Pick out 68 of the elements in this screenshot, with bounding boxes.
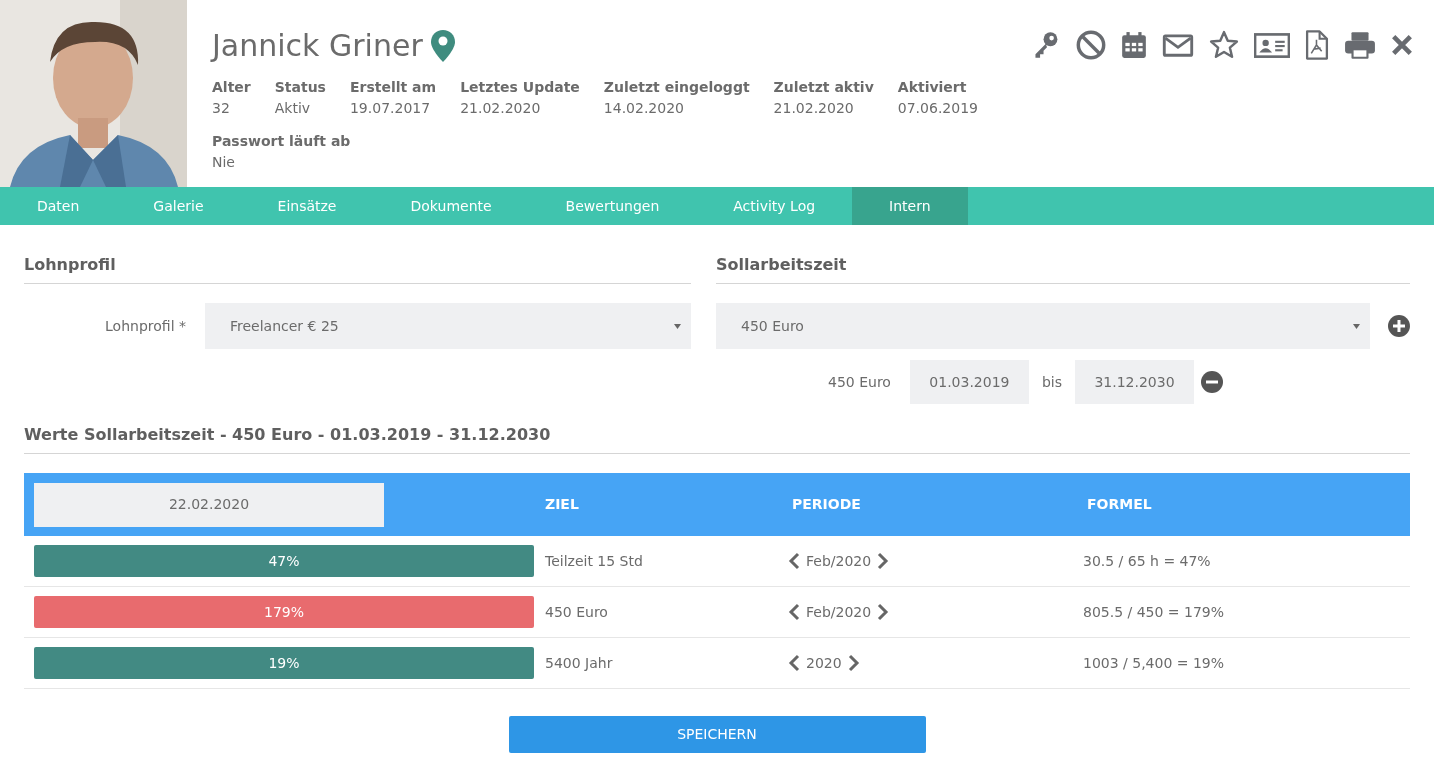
column-header: PERIODE	[792, 495, 862, 514]
date-field[interactable]: 31.12.2030	[1075, 360, 1194, 404]
tab[interactable]: Activity Log	[696, 187, 853, 225]
chevron-left-icon[interactable]	[788, 654, 800, 672]
chevron-right-icon[interactable]	[877, 552, 890, 570]
fact-label: Erstellt am	[349, 78, 437, 97]
dropdown-caret-icon	[1353, 323, 1361, 329]
tab[interactable]: Einsätze	[240, 187, 374, 225]
chevron-left-icon[interactable]	[788, 552, 800, 570]
fact-label: Zuletzt aktiv	[773, 78, 874, 97]
chevron-left-icon[interactable]	[788, 603, 800, 621]
remove-icon[interactable]	[1201, 371, 1223, 393]
fact-value: Aktiv	[274, 99, 312, 118]
chevron-right-icon[interactable]	[877, 603, 890, 621]
period-value: Feb/2020	[806, 602, 872, 622]
fact-label: Status	[274, 78, 326, 97]
fact-value: 19.07.2017	[349, 99, 432, 118]
table-cell-text: 30.5 / 65 h = 47%	[1083, 551, 1212, 571]
section-heading: Lohnprofil	[24, 253, 691, 284]
person-name: Jannick Griner	[212, 27, 423, 65]
fact-label: Alter	[212, 78, 251, 97]
fact-label: Passwort läuft ab	[212, 132, 352, 151]
fact-value: 21.02.2020	[460, 99, 542, 118]
section-heading: Werte Sollarbeitszeit - 450 Euro - 01.03.2019 - 31.12.2030	[24, 423, 1410, 454]
select-field[interactable]: Freelancer € 25	[205, 303, 691, 349]
fact-value: 14.02.2020	[603, 99, 685, 118]
table-cell-text: 450 Euro	[544, 602, 609, 622]
fact-label: Zuletzt eingeloggt	[603, 78, 750, 97]
fact-value: 21.02.2020	[773, 99, 855, 118]
dropdown-caret-icon	[674, 323, 681, 329]
date-field[interactable]: 01.03.2019	[909, 360, 1029, 404]
column-header: ZIEL	[544, 495, 580, 514]
location-pin-icon[interactable]	[430, 30, 455, 62]
table-cell-text: 1003 / 5,400 = 19%	[1083, 653, 1226, 673]
tab[interactable]: Dokumente	[373, 187, 529, 225]
save-button[interactable]: SPEICHERN	[508, 716, 926, 753]
progress-bar: 179%	[34, 596, 534, 628]
range-separator: bis	[1041, 372, 1062, 392]
period-value: Feb/2020	[806, 551, 872, 571]
table-cell-text: 5400 Jahr	[544, 653, 614, 673]
table-cell-text: Teilzeit 15 Std	[544, 551, 644, 571]
date-field[interactable]: 22.02.2020	[34, 482, 384, 527]
section-heading: Sollarbeitszeit	[716, 253, 1410, 284]
period-value: 2020	[806, 653, 842, 673]
column-header: FORMEL	[1087, 495, 1153, 514]
fact-value: 07.06.2019	[897, 99, 978, 118]
chevron-right-icon[interactable]	[847, 654, 860, 672]
fact-value: Nie	[212, 153, 236, 172]
progress-bar: 19%	[34, 647, 534, 679]
add-icon[interactable]	[1388, 315, 1410, 337]
printer-icon[interactable]	[1344, 30, 1376, 60]
tab[interactable]: Bewertungen	[528, 187, 697, 225]
calendar-icon[interactable]	[1120, 30, 1148, 60]
id-card-icon[interactable]	[1254, 30, 1290, 60]
star-icon[interactable]	[1208, 30, 1240, 60]
select-field[interactable]: 450 Euro	[716, 303, 1371, 349]
field-label: Lohnprofil *	[104, 317, 187, 336]
table-cell-text: 805.5 / 450 = 179%	[1083, 602, 1226, 622]
tab[interactable]: Intern	[852, 187, 968, 225]
progress-bar: 47%	[34, 545, 534, 577]
range-label: 450 Euro	[828, 372, 891, 392]
block-icon[interactable]	[1076, 30, 1106, 60]
pdf-file-icon[interactable]	[1304, 30, 1330, 60]
fact-value: 32	[212, 99, 231, 118]
fact-label: Letztes Update	[460, 78, 580, 97]
tab[interactable]: Daten	[0, 187, 117, 225]
fact-label: Aktiviert	[897, 78, 968, 97]
tab[interactable]: Galerie	[116, 187, 241, 225]
